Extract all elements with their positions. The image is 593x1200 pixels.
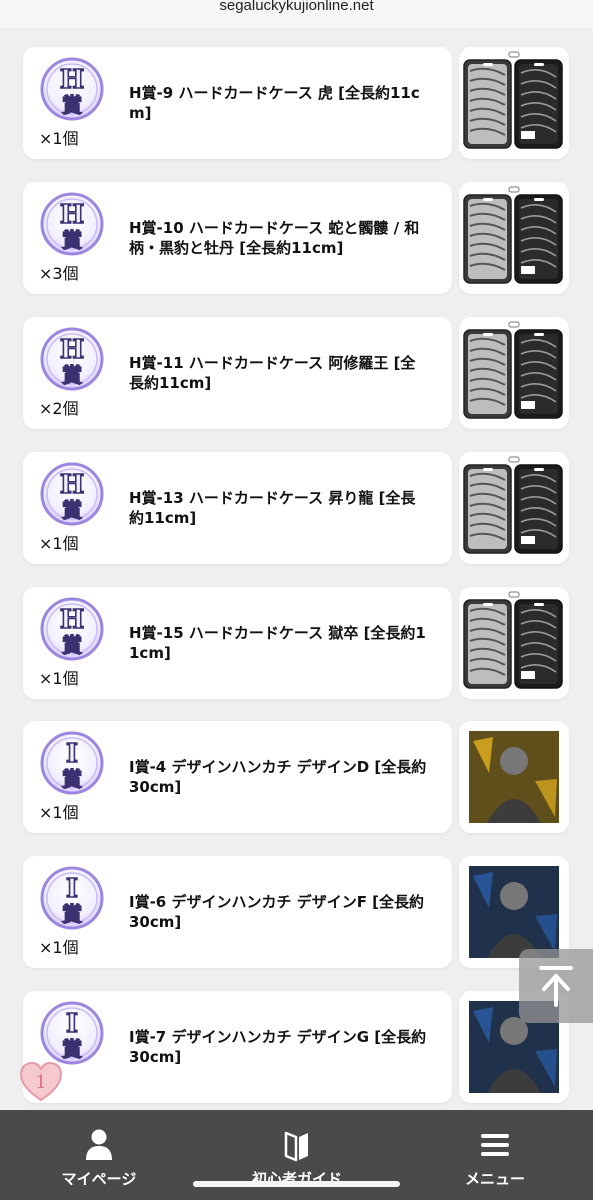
grade-letter: I (66, 1009, 78, 1039)
prize-row[interactable]: H 賞 ×1個 H賞-9 ハードカードケース 虎 [全長約11cm] (0, 47, 593, 159)
prize-card[interactable]: I賞個I賞-7 デザインハンカチ デザインG [全長約30cm] (23, 991, 452, 1103)
prize-title: H賞-9 ハードカードケース 虎 [全長約11cm] (129, 84, 420, 122)
prize-row[interactable]: H 賞 ×2個 H賞-11 ハードカードケース 阿修羅王 [全長約11cm] (0, 317, 593, 429)
grade-char: 賞 (62, 93, 82, 117)
prize-title: H賞-10 ハードカードケース 蛇と髑髏 / 和柄・黒豹と牡丹 [全長約11cm… (129, 219, 420, 257)
card-case-thumbnail-icon (463, 51, 563, 149)
prize-thumbnail[interactable] (459, 317, 569, 429)
nav-menu-label: メニュー (464, 1170, 525, 1188)
grade-badge-icon: I賞 (40, 731, 104, 795)
prize-card[interactable]: H 賞 ×2個 H賞-11 ハードカードケース 阿修羅王 [全長約11cm] (23, 317, 452, 429)
grade-letter: I (66, 739, 78, 769)
grade-letter: H (60, 65, 85, 95)
grade-char: 賞 (62, 228, 82, 252)
grade-letter: H (60, 335, 85, 365)
heart-count: 1 (35, 1072, 46, 1093)
grade-char: 賞 (62, 767, 82, 791)
prize-thumbnail[interactable] (459, 587, 569, 699)
prize-row[interactable]: I 賞 ×1個 I賞-6 デザインハンカチ デザインF [全長約30cm] (0, 856, 593, 968)
handkerchief-thumbnail-icon (469, 731, 559, 823)
prize-row[interactable]: H 賞 ×1個 H賞-15 ハードカードケース 獄卒 [全長約11cm] (0, 587, 593, 699)
nav-mypage[interactable]: マイページ (0, 1110, 198, 1200)
hamburger-menu-icon (481, 1134, 509, 1156)
prize-title: H賞-11 ハードカードケース 阿修羅王 [全長約11cm] (129, 354, 416, 392)
nav-menu[interactable]: メニュー (396, 1110, 593, 1200)
grade-badge: I賞 (40, 731, 104, 795)
prize-thumbnail[interactable] (459, 47, 569, 159)
card-case-thumbnail-icon (463, 456, 563, 554)
prize-title: I賞-4 デザインハンカチ デザインD [全長約30cm] (129, 758, 427, 796)
prize-card[interactable]: I 賞 ×1個 I賞-4 デザインハンカチ デザインD [全長約30cm] (23, 721, 452, 833)
prize-row[interactable]: H 賞 ×3個 H賞-10 ハードカードケース 蛇と髑髏 / 和柄・黒豹と牡丹 [全長… (0, 182, 593, 294)
prize-row[interactable]: I 賞 ×1個 I賞-4 デザインハンカチ デザインD [全長約30cm] (0, 721, 593, 833)
person-icon (86, 1129, 112, 1160)
prize-quantity: ×3個 (39, 264, 79, 283)
grade-badge-icon: H賞 (40, 192, 104, 256)
grade-badge-icon: H賞 (40, 597, 104, 661)
grade-letter: H (60, 470, 85, 500)
grade-badge-icon: H賞 (40, 462, 104, 526)
grade-badge-icon: H賞 (40, 57, 104, 121)
scroll-to-top-button[interactable] (519, 949, 593, 1023)
prize-title: I賞-6 デザインハンカチ デザインF [全長約30cm] (129, 893, 425, 931)
prize-quantity: ×1個 (39, 534, 79, 553)
browser-url-bar[interactable]: segaluckykujionline.net (0, 0, 593, 28)
heart-icon: 1 (19, 1061, 63, 1102)
prize-title: H賞-15 ハードカードケース 獄卒 [全長約11cm] (129, 624, 426, 662)
prize-title: H賞-13 ハードカードケース 昇り龍 [全長約11cm] (129, 489, 416, 527)
grade-char: 賞 (62, 1037, 82, 1061)
grade-char: 賞 (62, 363, 82, 387)
prize-row[interactable]: H 賞 ×1個 H賞-13 ハードカードケース 昇り龍 [全長約11cm] (0, 452, 593, 564)
prize-quantity: ×2個 (39, 399, 79, 418)
grade-badge: H賞 (40, 597, 104, 661)
prize-card[interactable]: H 賞 ×1個 H賞-13 ハードカードケース 昇り龍 [全長約11cm] (23, 452, 452, 564)
nav-mypage-label: マイページ (61, 1170, 137, 1188)
book-icon (284, 1131, 308, 1162)
grade-letter: H (60, 200, 85, 230)
grade-char: 賞 (62, 902, 82, 926)
grade-badge: H賞 (40, 327, 104, 391)
grade-badge-icon: I賞 (40, 1001, 104, 1065)
grade-char: 賞 (62, 633, 82, 657)
grade-badge: H賞 (40, 192, 104, 256)
grade-letter: H (60, 605, 85, 635)
grade-badge: H賞 (40, 57, 104, 121)
prize-thumbnail[interactable] (459, 721, 569, 833)
home-indicator (193, 1181, 400, 1187)
card-case-thumbnail-icon (463, 591, 563, 689)
grade-badge-icon: I賞 (40, 866, 104, 930)
grade-letter: I (66, 874, 78, 904)
prize-quantity: ×1個 (39, 669, 79, 688)
prize-quantity: ×1個 (39, 938, 79, 957)
prize-card[interactable]: H 賞 ×1個 H賞-15 ハードカードケース 獄卒 [全長約11cm] (23, 587, 452, 699)
prize-thumbnail[interactable] (459, 182, 569, 294)
favorite-heart-badge[interactable]: 1 (18, 1060, 64, 1104)
grade-badge-icon: H賞 (40, 327, 104, 391)
grade-char: 賞 (62, 498, 82, 522)
prize-thumbnail[interactable] (459, 452, 569, 564)
prize-row[interactable]: I賞個I賞-7 デザインハンカチ デザインG [全長約30cm] (0, 991, 593, 1103)
arrow-up-icon (539, 966, 573, 1007)
prize-quantity: ×1個 (39, 129, 79, 148)
prize-card[interactable]: H 賞 ×3個 H賞-10 ハードカードケース 蛇と髑髏 / 和柄・黒豹と牡丹 [全長… (23, 182, 452, 294)
prize-title: I賞-7 デザインハンカチ デザインG [全長約30cm] (129, 1028, 427, 1066)
prize-quantity: ×1個 (39, 803, 79, 822)
card-case-thumbnail-icon (463, 321, 563, 419)
prize-card[interactable]: H 賞 ×1個 H賞-9 ハードカードケース 虎 [全長約11cm] (23, 47, 452, 159)
grade-badge: I賞 (40, 1001, 104, 1065)
url-text: segaluckykujionline.net (219, 0, 374, 14)
prize-card[interactable]: I 賞 ×1個 I賞-6 デザインハンカチ デザインF [全長約30cm] (23, 856, 452, 968)
grade-badge: H賞 (40, 462, 104, 526)
grade-badge: I賞 (40, 866, 104, 930)
card-case-thumbnail-icon (463, 186, 563, 284)
